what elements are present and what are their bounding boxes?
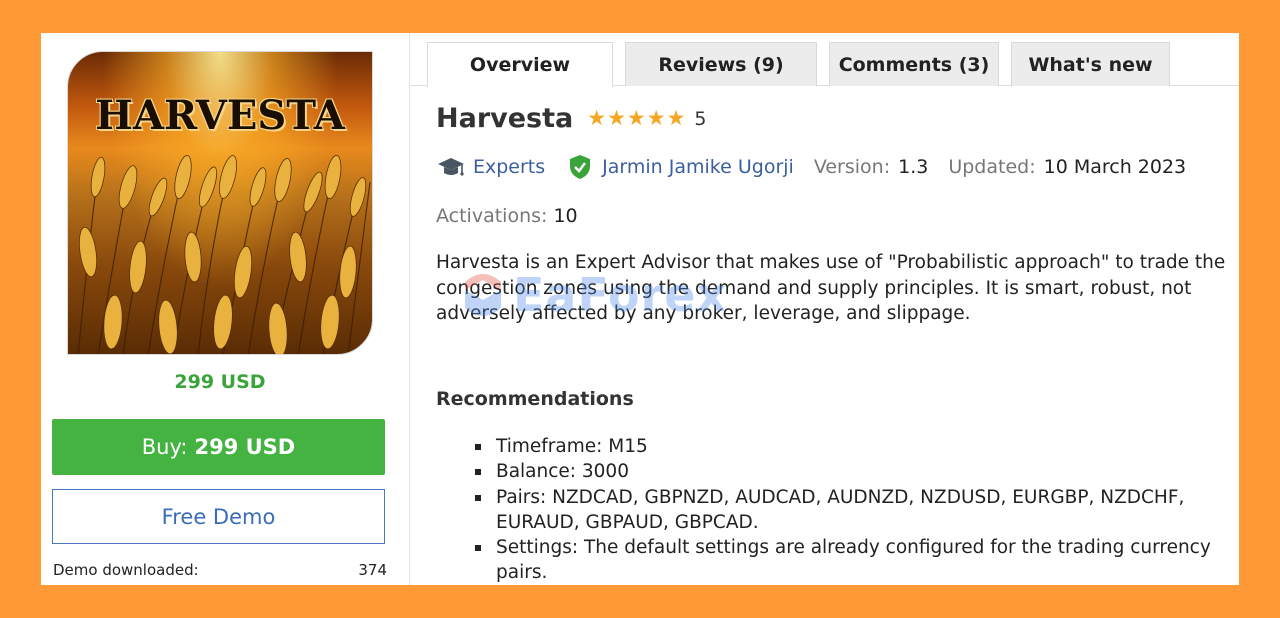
activations-value: 10 — [553, 205, 578, 227]
activations-label: Activations: — [436, 205, 548, 227]
recommendations-title: Recommendations — [436, 388, 634, 410]
author-link[interactable]: Jarmin Jamike Ugorji — [602, 156, 794, 178]
page-title: Harvesta — [436, 103, 574, 134]
product-price: 299 USD — [174, 371, 266, 393]
tab-overview[interactable]: Overview — [427, 42, 613, 87]
demo-downloaded-count: 374 — [358, 561, 387, 579]
tab-comments[interactable]: Comments (3) — [829, 42, 999, 86]
version-label: Version: — [813, 156, 891, 178]
product-sidebar: HARVESTA 299 USD Buy: 299 USD Free Demo … — [41, 33, 410, 585]
star-icon: ★ — [646, 106, 666, 130]
free-demo-button[interactable]: Free Demo — [52, 489, 385, 544]
version-value: 1.3 — [898, 156, 929, 178]
list-item: Pairs: NZDCAD, GBPNZD, AUDCAD, AUDNZD, N… — [471, 485, 1239, 536]
product-description: Harvesta is an Expert Advisor that makes… — [436, 252, 1226, 324]
updated-value: 10 March 2023 — [1043, 156, 1187, 178]
buy-button[interactable]: Buy: 299 USD — [52, 419, 385, 475]
star-icon: ★ — [666, 106, 686, 130]
updated-label: Updated: — [948, 156, 1036, 178]
demo-downloaded-label: Demo downloaded: — [53, 561, 199, 579]
list-item: Timeframe: M15 — [471, 434, 1239, 459]
verified-shield-icon — [565, 154, 595, 180]
category-link[interactable]: Experts — [473, 156, 545, 178]
product-page: HARVESTA 299 USD Buy: 299 USD Free Demo … — [41, 33, 1239, 585]
rating-value: 5 — [694, 107, 707, 130]
tab-bar: Overview Reviews (9) Comments (3) What's… — [411, 41, 1239, 87]
tab-reviews[interactable]: Reviews (9) — [625, 42, 817, 86]
activations: Activations: 10 — [436, 205, 578, 227]
product-logo-text: HARVESTA — [95, 92, 345, 139]
buy-price: 299 USD — [194, 435, 296, 459]
product-details: Overview Reviews (9) Comments (3) What's… — [411, 33, 1239, 585]
star-icon: ★ — [626, 106, 646, 130]
star-rating: ★ ★ ★ ★ ★ — [587, 108, 686, 129]
recommendations-list: Timeframe: M15 Balance: 3000 Pairs: NZDC… — [471, 434, 1239, 585]
star-icon: ★ — [587, 106, 607, 130]
product-image: HARVESTA — [67, 51, 373, 355]
title-row: Harvesta ★ ★ ★ ★ ★ 5 — [436, 103, 706, 134]
list-item: Balance: 3000 — [471, 459, 1239, 484]
meta-row: Experts Jarmin Jamike Ugorji Version: 1.… — [436, 154, 1186, 180]
star-icon: ★ — [607, 106, 626, 130]
list-item: Settings: The default settings are alrea… — [471, 535, 1239, 585]
demo-downloaded-stat: Demo downloaded: 374 — [53, 561, 387, 579]
graduation-cap-icon — [436, 154, 466, 180]
buy-label: Buy: — [141, 435, 188, 459]
tab-whats-new[interactable]: What's new — [1011, 42, 1170, 86]
